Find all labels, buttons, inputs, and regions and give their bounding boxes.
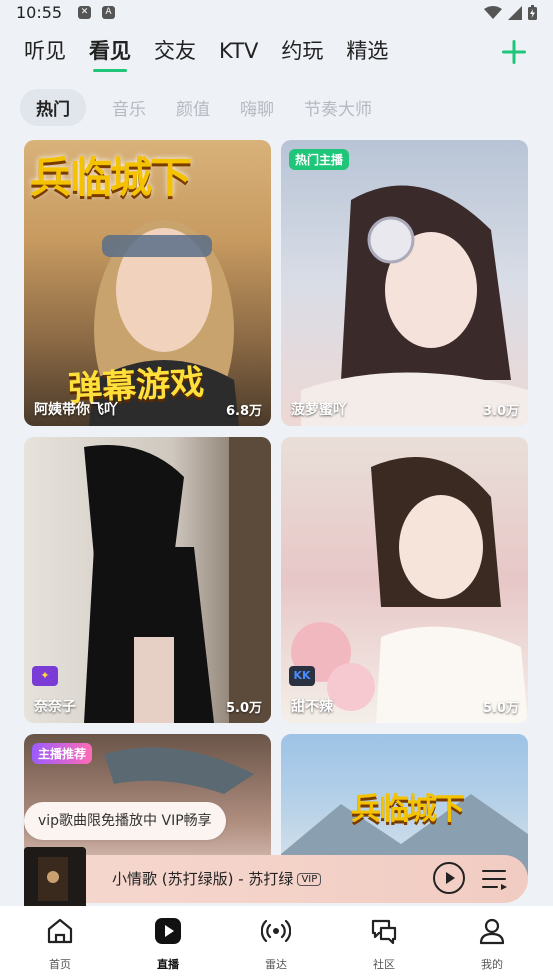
tab-ktv[interactable]: KTV bbox=[219, 36, 258, 70]
live-room-card[interactable]: 热门主播 菠萝蜜吖 3.0万 bbox=[281, 140, 528, 426]
room-host-name: 甜不辣 bbox=[291, 699, 333, 715]
live-room-card[interactable]: 兵临城下 弹幕游戏 阿姨带你飞吖 6.8万 bbox=[24, 140, 271, 426]
room-cover-image bbox=[301, 185, 528, 426]
live-room-card[interactable]: KK 甜不辣 5.0万 bbox=[281, 437, 528, 723]
playlist-icon[interactable] bbox=[482, 868, 508, 890]
nav-live[interactable]: 直播 bbox=[128, 916, 208, 972]
category-tab-rhythm[interactable]: 节奏大师 bbox=[304, 95, 372, 120]
nav-profile[interactable]: 我的 bbox=[452, 916, 532, 972]
room-host-name: 菠萝蜜吖 bbox=[291, 402, 347, 418]
room-view-count: 5.0万 bbox=[225, 701, 262, 716]
play-icon bbox=[446, 872, 455, 884]
room-type-badge: ✦ bbox=[32, 666, 58, 686]
battery-icon bbox=[528, 5, 537, 20]
app-notification-icon: A bbox=[102, 6, 115, 19]
hot-host-badge: 热门主播 bbox=[289, 149, 350, 170]
room-cover-image bbox=[291, 457, 528, 723]
kk-badge: KK bbox=[289, 666, 315, 686]
vip-badge: VIP bbox=[297, 873, 322, 886]
music-player-bar[interactable]: 小情歌 (苏打绿版) - 苏打绿 VIP bbox=[24, 847, 528, 909]
recommended-host-badge: 主播推荐 bbox=[32, 743, 93, 764]
room-host-name: 奈奈子 bbox=[34, 699, 76, 715]
tab-listen[interactable]: 听见 bbox=[24, 36, 66, 70]
room-view-count: 3.0万 bbox=[482, 404, 519, 419]
community-icon bbox=[371, 919, 397, 945]
nav-home[interactable]: 首页 bbox=[20, 916, 100, 972]
wifi-icon bbox=[484, 5, 502, 19]
song-title: 小情歌 (苏打绿版) - 苏打绿 VIP bbox=[112, 868, 322, 889]
profile-icon bbox=[479, 918, 505, 945]
room-view-count: 5.0万 bbox=[482, 701, 519, 716]
tab-friends[interactable]: 交友 bbox=[154, 36, 196, 70]
radar-icon bbox=[260, 919, 292, 943]
live-room-card[interactable]: ✦ 奈奈子 5.0万 bbox=[24, 437, 271, 723]
room-view-count: 6.8万 bbox=[225, 404, 262, 419]
category-tab-bar: 热门 音乐 颜值 嗨聊 节奏大师 bbox=[20, 88, 402, 126]
category-tab-hot[interactable]: 热门 bbox=[20, 88, 86, 126]
category-tab-music[interactable]: 音乐 bbox=[112, 95, 146, 120]
vip-promo-banner[interactable]: vip歌曲限免播放中 VIP畅享 bbox=[24, 802, 226, 840]
tab-watch[interactable]: 看见 bbox=[89, 36, 131, 72]
room-host-name: 阿姨带你飞吖 bbox=[34, 402, 118, 418]
room-cover-title: 兵临城下 bbox=[30, 153, 192, 202]
room-cover-title: 兵临城下 bbox=[351, 792, 465, 827]
status-bar: 10:55 ✕ A bbox=[0, 0, 553, 28]
nav-community[interactable]: 社区 bbox=[344, 916, 424, 972]
tab-featured[interactable]: 精选 bbox=[346, 36, 388, 70]
play-button[interactable] bbox=[433, 862, 465, 894]
room-cover-image bbox=[84, 437, 271, 723]
album-cover bbox=[24, 847, 86, 909]
status-time: 10:55 bbox=[16, 3, 63, 22]
bottom-nav: 首页 直播 雷达 社区 我的 bbox=[0, 906, 553, 979]
shield-notification-icon: ✕ bbox=[78, 6, 91, 19]
home-icon bbox=[47, 918, 73, 944]
live-icon bbox=[155, 918, 181, 944]
category-tab-chat[interactable]: 嗨聊 bbox=[240, 95, 274, 120]
category-tab-looks[interactable]: 颜值 bbox=[176, 95, 210, 120]
tab-play[interactable]: 约玩 bbox=[281, 36, 323, 70]
nav-radar[interactable]: 雷达 bbox=[236, 916, 316, 972]
add-icon[interactable] bbox=[500, 38, 528, 66]
top-tab-bar: 听见 看见 交友 KTV 约玩 精选 bbox=[24, 36, 411, 72]
signal-icon bbox=[508, 5, 522, 20]
